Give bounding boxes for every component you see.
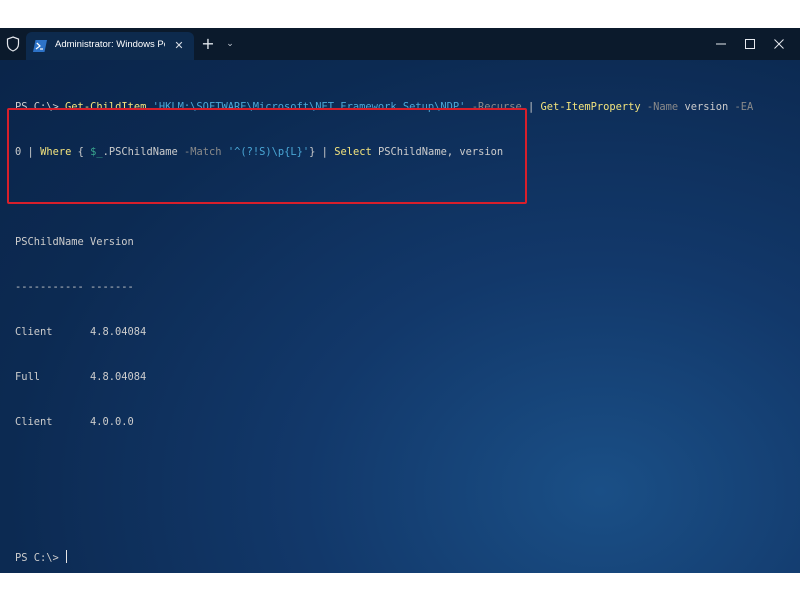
cmd-get-itemproperty: Get-ItemProperty (540, 101, 641, 113)
powershell-icon (33, 40, 47, 52)
pipe: | (528, 101, 535, 113)
tab-close-icon[interactable]: ✕ (172, 39, 186, 53)
final-prompt: PS C:\> (15, 552, 66, 564)
param-ea: -EA (734, 101, 754, 113)
output-header: PSChildName Version (15, 235, 795, 250)
separator-pschildname: ----------- (15, 281, 84, 293)
arg-version: version (684, 101, 729, 113)
text-cursor (66, 550, 68, 563)
maximize-icon[interactable] (740, 34, 760, 54)
header-pschildname: PSChildName (15, 236, 84, 248)
cell-pschildname: Client (15, 326, 53, 338)
close-icon[interactable] (769, 34, 789, 54)
cell-pschildname: Client (15, 416, 53, 428)
output-highlight-box (7, 108, 527, 204)
table-row: Full 4.8.04084 (15, 370, 795, 385)
table-row: Client 4.0.0.0 (15, 415, 795, 430)
cell-pschildname: Full (15, 371, 41, 383)
cell-version: 4.8.04084 (90, 371, 147, 383)
terminal-window: Administrator: Windows PowerShell ✕ + ⌄ … (0, 28, 800, 573)
tab-title: Administrator: Windows PowerShell (55, 39, 165, 50)
output-separator: ----------- ------- (15, 280, 795, 295)
table-row: Client 4.8.04084 (15, 325, 795, 340)
new-tab-button[interactable]: + (200, 36, 216, 52)
cell-version: 4.8.04084 (90, 326, 147, 338)
header-version: Version (90, 236, 134, 248)
cell-version: 4.0.0.0 (90, 416, 134, 428)
separator-version: ------- (90, 281, 134, 293)
final-prompt-line[interactable]: PS C:\> (15, 550, 795, 565)
minimize-icon[interactable] (711, 34, 731, 54)
tab-dropdown-icon[interactable]: ⌄ (223, 37, 237, 51)
title-bar: Administrator: Windows PowerShell ✕ + ⌄ (0, 28, 800, 60)
tab-powershell[interactable]: Administrator: Windows PowerShell ✕ (26, 32, 194, 60)
shield-icon (6, 36, 20, 52)
param-name: -Name (646, 101, 679, 113)
